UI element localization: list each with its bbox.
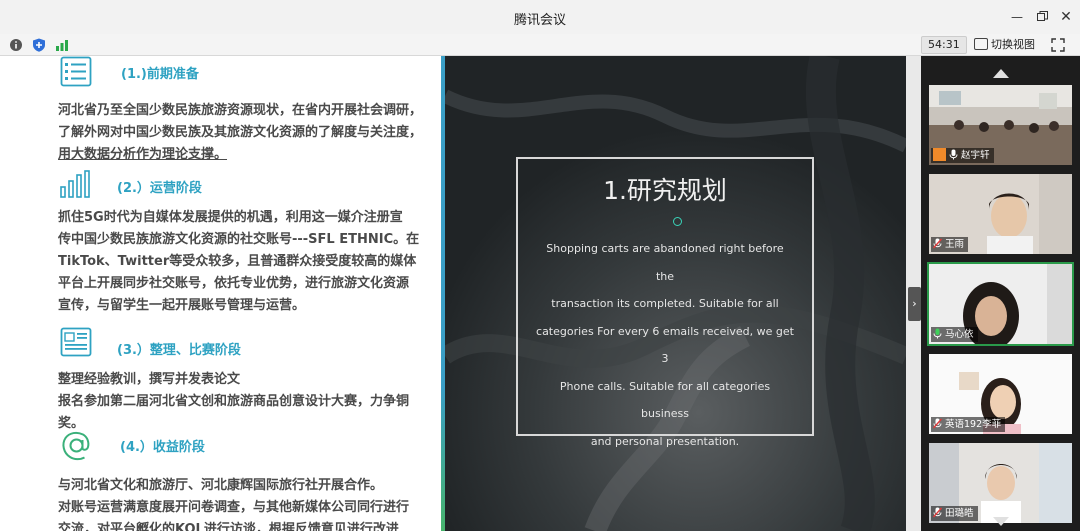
participant-name: 王雨 xyxy=(945,239,965,250)
body-line: 抓住5G时代为自媒体发展提供的机遇，利用这一媒介注册宣 xyxy=(58,210,403,225)
microphone-icon xyxy=(949,149,958,160)
microphone-muted-icon xyxy=(933,507,942,518)
participant-name-tag: 王雨 xyxy=(931,237,969,252)
window-title: 腾讯会议 xyxy=(513,13,566,28)
body-line: 交流，对平台孵化的KOL进行访谈，根据反馈意见进行改进 xyxy=(58,522,399,531)
switch-view-label: 切换视图 xyxy=(991,38,1035,51)
restore-button[interactable] xyxy=(1031,6,1053,28)
shared-slide: 1.研究规划 Shopping carts are abandoned righ… xyxy=(445,56,906,531)
slide-body-line: Shopping carts are abandoned right befor… xyxy=(546,242,784,283)
slide-body-line: Phone calls. Suitable for all categories… xyxy=(559,379,771,421)
participant-name: 田璐皓 xyxy=(945,508,974,519)
checklist-icon xyxy=(60,56,92,87)
section-title: (1.)前期准备 xyxy=(121,67,199,82)
newspaper-icon xyxy=(60,327,92,357)
participant-tile[interactable]: 田璐皓 xyxy=(929,443,1072,523)
slide-body: Shopping carts are abandoned right befor… xyxy=(536,235,794,455)
participant-name-tag: 赵宇轩 xyxy=(931,148,994,163)
section-body: 河北省乃至全国少数民族旅游资源现状，在省内开展社会调研， 了解外网对中国少数民族… xyxy=(58,100,433,166)
collapse-panel-button[interactable]: › xyxy=(908,287,921,321)
participant-name-tag: 田璐皓 xyxy=(931,506,978,521)
body-line: TikTok、Twitter等受众较多，且普通群众接受度较高的媒体 xyxy=(58,254,417,269)
scroll-up-icon[interactable] xyxy=(993,69,1009,78)
body-line: 对账号运营满意度展开问卷调查，与其他新媒体公司同行进行 xyxy=(58,500,410,515)
body-line: 河北省乃至全国少数民族旅游资源现状，在省内开展社会调研， xyxy=(58,103,423,118)
minimize-button[interactable]: — xyxy=(1006,6,1028,28)
body-line: 平台上开展同步社交账号，依托专业优势，进行旅游文化资源 xyxy=(58,276,410,291)
participant-tile[interactable]: 英语192李菲 xyxy=(929,354,1072,434)
participant-name-tag: 英语192李菲 xyxy=(931,417,1006,432)
participant-name: 赵宇轩 xyxy=(961,150,990,161)
decorative-circle xyxy=(673,217,682,226)
participant-name: 英语192李菲 xyxy=(945,419,1002,430)
section-body: 与河北省文化和旅游厅、河北康辉国际旅行社开展合作。 对账号运营满意度展开问卷调查… xyxy=(58,475,433,531)
body-line: 报名参加第二届河北省文创和旅游商品创意设计大赛，力争铜 xyxy=(58,394,410,409)
slide-body-line: and personal presentation. xyxy=(590,434,740,448)
microphone-muted-icon xyxy=(933,418,942,429)
slide-title: 1.研究规划 xyxy=(603,176,727,205)
body-line: 宣传，与留学生一起开展账号管理与运营。 xyxy=(58,298,306,313)
participant-tile[interactable]: 王雨 xyxy=(929,174,1072,254)
body-line: 了解外网对中国少数民族及其旅游文化资源的了解度与关注度， xyxy=(58,125,423,140)
microphone-muted-icon xyxy=(933,238,942,249)
meeting-timer: 54:31 xyxy=(921,36,967,54)
at-sign-icon xyxy=(62,431,90,461)
info-icon[interactable] xyxy=(8,37,24,53)
meeting-toolbar: 54:31 切换视图 xyxy=(0,34,1080,56)
bar-chart-icon xyxy=(60,170,90,198)
body-line: 与河北省文化和旅游厅、河北康辉国际旅行社开展合作。 xyxy=(58,478,384,493)
signal-strength-icon[interactable] xyxy=(54,37,70,53)
section-title: (4.）收益阶段 xyxy=(120,440,205,455)
avatar xyxy=(933,148,946,161)
title-bar: 腾讯会议 — ✕ xyxy=(0,0,1080,34)
grid-view-icon xyxy=(974,38,988,50)
microphone-active-icon xyxy=(933,328,942,339)
participant-tile[interactable]: 赵宇轩 xyxy=(929,85,1072,165)
body-line: 奖。 xyxy=(58,416,85,431)
switch-view-button[interactable]: 切换视图 xyxy=(974,36,1035,54)
body-line: 传中国少数民族旅游文化资源的社交账号---SFL ETHNIC。在 xyxy=(58,232,420,247)
section-title: (3.）整理、比赛阶段 xyxy=(117,343,241,358)
participant-tile-active-speaker[interactable]: 马心依 xyxy=(927,262,1074,346)
body-line: 整理经验教训，撰写并发表论文 xyxy=(58,372,241,387)
section-body: 抓住5G时代为自媒体发展提供的机遇，利用这一媒介注册宣 传中国少数民族旅游文化资… xyxy=(58,207,433,317)
section-title: (2.）运营阶段 xyxy=(117,181,202,196)
fullscreen-icon[interactable] xyxy=(1050,37,1066,53)
participant-panel: 赵宇轩 王雨 马心依 英语192李菲 田璐皓 xyxy=(921,56,1080,531)
shared-document: (1.)前期准备 河北省乃至全国少数民族旅游资源现状，在省内开展社会调研， 了解… xyxy=(0,56,441,531)
scroll-down-icon[interactable] xyxy=(993,517,1009,526)
slide-body-line: categories For every 6 emails received, … xyxy=(536,324,794,366)
slide-body-line: transaction its completed. Suitable for … xyxy=(551,297,779,310)
participant-name-tag: 马心依 xyxy=(931,327,978,342)
close-icon[interactable]: ✕ xyxy=(1055,6,1077,28)
section-body: 整理经验教训，撰写并发表论文 报名参加第二届河北省文创和旅游商品创意设计大赛，力… xyxy=(58,369,433,435)
body-line: 用大数据分析作为理论支撑。 xyxy=(58,147,228,162)
slide-content-frame: 1.研究规划 Shopping carts are abandoned righ… xyxy=(516,157,814,448)
shield-icon[interactable] xyxy=(31,37,47,53)
participant-name: 马心依 xyxy=(945,329,974,340)
